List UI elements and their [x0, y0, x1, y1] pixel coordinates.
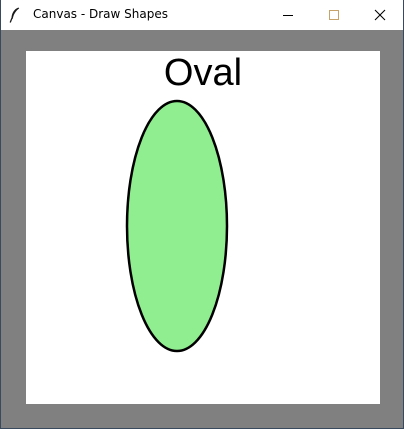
oval-label: Oval — [164, 52, 242, 94]
minimize-icon — [283, 15, 293, 16]
minimize-button[interactable] — [265, 0, 311, 30]
feather-icon[interactable] — [7, 6, 23, 24]
maximize-icon — [329, 10, 339, 20]
maximize-button[interactable] — [311, 0, 357, 30]
window-title: Canvas - Draw Shapes — [33, 7, 168, 21]
window-client-area: Oval — [1, 30, 403, 428]
close-icon — [374, 9, 386, 21]
app-window: Canvas - Draw Shapes Oval — [0, 0, 404, 429]
title-bar[interactable]: Canvas - Draw Shapes — [1, 0, 403, 30]
oval-shape — [125, 99, 229, 353]
close-button[interactable] — [357, 0, 403, 30]
drawing-canvas[interactable]: Oval — [26, 51, 380, 404]
